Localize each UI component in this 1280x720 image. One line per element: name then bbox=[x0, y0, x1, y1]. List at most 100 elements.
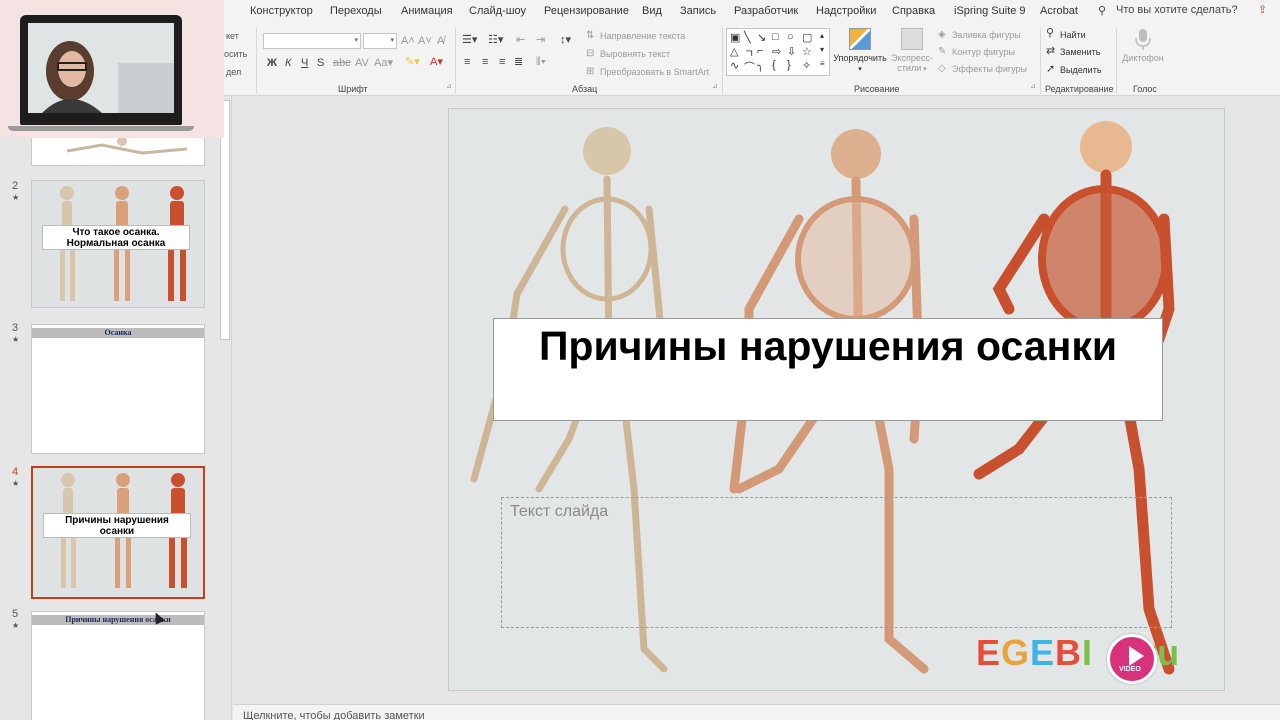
dictate-button[interactable]: Диктофон bbox=[1120, 28, 1166, 63]
tab-help[interactable]: Справка bbox=[892, 5, 935, 17]
text-direction-button[interactable]: Направление текста bbox=[600, 31, 685, 41]
tab-design[interactable]: Конструктор bbox=[250, 5, 313, 17]
smartart-button[interactable]: Преобразовать в SmartArt bbox=[600, 67, 709, 77]
connector-shape-icon[interactable]: ⌐ bbox=[757, 45, 763, 57]
shape-fill-button[interactable]: Заливка фигуры bbox=[952, 30, 1021, 40]
italic-icon[interactable]: К bbox=[285, 58, 291, 69]
indent-decrease-icon[interactable]: ⇤ bbox=[516, 35, 525, 46]
slide-thumbnail-3[interactable]: Осанка bbox=[31, 324, 205, 454]
increase-font-icon[interactable]: A˄ bbox=[401, 36, 415, 47]
arrow-line-shape-icon[interactable]: ↘ bbox=[757, 31, 766, 44]
justify-icon[interactable]: ≣ bbox=[514, 57, 523, 68]
line-spacing-icon[interactable]: ↕▾ bbox=[560, 35, 571, 46]
align-center-icon[interactable]: ≡ bbox=[482, 57, 488, 68]
replace-button[interactable]: Заменить bbox=[1060, 47, 1100, 57]
triangle-shape-icon[interactable]: △ bbox=[730, 45, 738, 58]
textbox-shape-icon[interactable]: ▣ bbox=[730, 31, 740, 44]
divider bbox=[455, 28, 456, 94]
tab-review[interactable]: Рецензирование bbox=[544, 5, 629, 17]
shape-outline-button[interactable]: Контур фигуры bbox=[952, 47, 1015, 57]
align-right-icon[interactable]: ≡ bbox=[499, 57, 505, 68]
slide-thumbnail-2[interactable]: Что такое осанка. Нормальная осанка bbox=[31, 180, 205, 308]
gallery-up-icon[interactable]: ▴ bbox=[820, 31, 824, 40]
animation-star-icon: ★ bbox=[12, 479, 20, 488]
tab-view[interactable]: Вид bbox=[642, 5, 662, 17]
down-arrow-shape-icon[interactable]: ⇩ bbox=[787, 45, 796, 58]
tab-ispring[interactable]: iSpring Suite 9 bbox=[954, 5, 1026, 17]
slide-text-placeholder[interactable]: Текст слайда bbox=[501, 497, 1172, 628]
notes-pane[interactable]: Щелкните, чтобы добавить заметки bbox=[233, 704, 1280, 720]
slide-thumbnail-4[interactable]: Причины нарушения осанки bbox=[31, 466, 205, 599]
font-dialog-icon[interactable]: ⊿ bbox=[446, 83, 452, 90]
star-shape-icon[interactable]: ☆ bbox=[802, 45, 812, 58]
indent-increase-icon[interactable]: ⇥ bbox=[536, 35, 545, 46]
pen-icon: ✎ bbox=[938, 46, 947, 57]
star4-shape-icon[interactable]: ✧ bbox=[802, 59, 811, 72]
find-button[interactable]: Найти bbox=[1060, 30, 1086, 40]
bullets-icon[interactable]: ☰▾ bbox=[462, 35, 477, 46]
slide-number: 4 bbox=[12, 466, 19, 478]
right-arrow-shape-icon[interactable]: ⇨ bbox=[772, 45, 781, 58]
logo-letter: I bbox=[1082, 632, 1094, 673]
tab-acrobat[interactable]: Acrobat bbox=[1040, 5, 1078, 17]
spacing-icon[interactable]: AV bbox=[355, 58, 369, 69]
strikethrough-icon[interactable]: abc bbox=[333, 58, 351, 69]
gallery-down-icon[interactable]: ▾ bbox=[820, 45, 824, 54]
select-button[interactable]: Выделить bbox=[1060, 65, 1102, 75]
line-shape-icon[interactable]: ╲ bbox=[744, 31, 751, 44]
slide-title-box[interactable]: Причины нарушения осанки bbox=[493, 318, 1163, 421]
brace-right-shape-icon[interactable]: } bbox=[787, 59, 791, 71]
tab-slideshow[interactable]: Слайд-шоу bbox=[469, 5, 526, 17]
arc-shape-icon[interactable]: ⌒ bbox=[744, 59, 755, 75]
paste-label[interactable]: кет bbox=[226, 31, 239, 41]
slide-thumbnail-5[interactable]: Причины нарушения осанки bbox=[31, 611, 205, 720]
select-arrow-icon: ➚ bbox=[1046, 63, 1056, 75]
font-size-select[interactable]: ▾ bbox=[363, 33, 397, 49]
tell-me-input[interactable]: Что вы хотите сделать? bbox=[1116, 4, 1238, 16]
logo-letter: E bbox=[976, 632, 1002, 673]
reset-label[interactable]: осить bbox=[224, 49, 247, 59]
shape-effects-button[interactable]: Эффекты фигуры bbox=[952, 64, 1027, 74]
gallery-more-icon[interactable]: ≡ bbox=[820, 59, 825, 68]
arrange-button[interactable]: Упорядочить ▾ bbox=[832, 28, 888, 73]
tab-animations[interactable]: Анимация bbox=[401, 5, 453, 17]
presenter-video-icon bbox=[28, 23, 174, 113]
shapes-gallery[interactable]: ▣ ╲ ↘ □ ○ ▢ △ ㄱ ⌐ ⇨ ⇩ ☆ ∿ ⌒ ╮ { } ✧ ▴ ▾ … bbox=[726, 28, 830, 76]
curve-shape-icon[interactable]: ∿ bbox=[730, 59, 739, 72]
freeform-shape-icon[interactable]: ╮ bbox=[757, 59, 764, 72]
slide-number: 2 bbox=[12, 180, 19, 192]
bold-icon[interactable]: Ж bbox=[267, 58, 277, 69]
tab-addins[interactable]: Надстройки bbox=[816, 5, 876, 17]
quick-styles-button[interactable]: Экспресс- стили ▾ bbox=[890, 28, 934, 73]
numbering-icon[interactable]: ☷▾ bbox=[488, 35, 503, 46]
divider bbox=[722, 28, 723, 94]
tab-record[interactable]: Запись bbox=[680, 5, 716, 17]
tab-developer[interactable]: Разработчик bbox=[734, 5, 798, 17]
oval-shape-icon[interactable]: ○ bbox=[787, 31, 794, 43]
font-color-icon[interactable]: A▾ bbox=[430, 57, 443, 68]
slide-number: 3 bbox=[12, 322, 19, 334]
tab-transitions[interactable]: Переходы bbox=[330, 5, 382, 17]
font-family-select[interactable]: ▾ bbox=[263, 33, 361, 49]
drawing-dialog-icon[interactable]: ⊿ bbox=[1030, 83, 1036, 90]
video-label: VIDEO bbox=[1119, 666, 1141, 673]
brace-left-shape-icon[interactable]: { bbox=[772, 59, 776, 71]
paragraph-dialog-icon[interactable]: ⊿ bbox=[712, 83, 718, 90]
case-icon[interactable]: Aa▾ bbox=[374, 58, 393, 69]
align-text-icon: ⊟ bbox=[586, 48, 595, 59]
align-text-button[interactable]: Выровнять текст bbox=[600, 49, 670, 59]
align-left-icon[interactable]: ≡ bbox=[464, 57, 470, 68]
rounded-rect-shape-icon[interactable]: ▢ bbox=[802, 31, 812, 44]
slide-2-title: Что такое осанка. Нормальная осанка bbox=[42, 225, 190, 250]
section-label[interactable]: дел bbox=[226, 67, 241, 77]
clear-format-icon[interactable]: A̸ bbox=[437, 36, 444, 47]
highlight-icon[interactable]: ✎▾ bbox=[405, 57, 420, 68]
columns-icon[interactable]: ⫴▾ bbox=[536, 57, 546, 68]
video-play-icon[interactable]: VIDEO bbox=[1107, 634, 1157, 684]
share-icon[interactable]: ⇪ bbox=[1258, 3, 1280, 19]
rectangle-shape-icon[interactable]: □ bbox=[772, 31, 779, 43]
shadow-icon[interactable]: S bbox=[317, 58, 324, 69]
underline-icon[interactable]: Ч bbox=[301, 58, 308, 69]
laptop-frame bbox=[20, 15, 182, 125]
decrease-font-icon[interactable]: A˅ bbox=[418, 36, 432, 47]
